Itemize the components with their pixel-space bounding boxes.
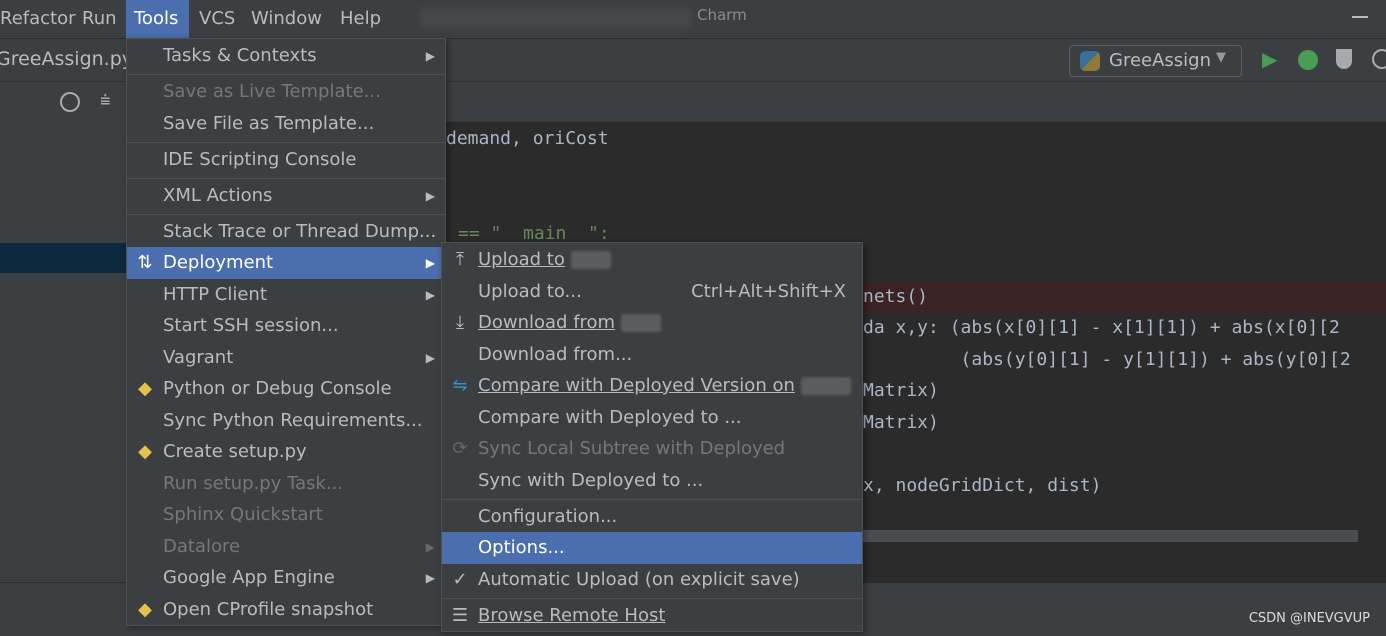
code-line: nets() <box>863 286 929 307</box>
chevron-down-icon: ▼ <box>1216 50 1226 65</box>
menu-item-sync-requirements[interactable]: Sync Python Requirements... <box>127 405 445 437</box>
menu-item-datalore[interactable]: Datalore ▶ <box>127 531 445 563</box>
menu-item-google-app-engine[interactable]: Google App Engine ▶ <box>127 562 445 594</box>
code-line: demand, oriCost <box>446 128 609 149</box>
collapse-icon[interactable]: ⩧ <box>100 90 111 111</box>
deployment-submenu: ⤒ Upload to Upload to... Ctrl+Alt+Shift+X … <box>441 242 863 632</box>
menu-item-sync-local-subtree[interactable]: ⟳ Sync Local Subtree with Deployed <box>442 433 862 465</box>
file-tab[interactable]: GreeAssign.py <box>0 48 133 70</box>
menu-item-sphinx[interactable]: Sphinx Quickstart <box>127 499 445 531</box>
python-icon <box>1080 51 1100 71</box>
run-config-label: GreeAssign <box>1109 50 1212 71</box>
deployment-icon: ⇅ <box>137 252 153 273</box>
python-icon: ◆ <box>138 441 152 462</box>
menu-item-ssh-session[interactable]: Start SSH session... <box>127 310 445 342</box>
submenu-arrow-icon: ▶ <box>425 288 435 302</box>
play-icon[interactable]: ▶ <box>1262 47 1277 71</box>
menu-item-ide-scripting[interactable]: IDE Scripting Console <box>127 144 445 176</box>
menu-item-deployment[interactable]: ⇅ Deployment ▶ <box>127 247 445 279</box>
python-icon: ◆ <box>138 599 152 620</box>
menu-item-options[interactable]: Options... <box>442 532 862 564</box>
menu-item-sync-deployed-to[interactable]: Sync with Deployed to ... <box>442 465 862 497</box>
run-config-selector[interactable]: GreeAssign ▼ <box>1069 45 1242 77</box>
menu-item-vagrant[interactable]: Vagrant ▶ <box>127 342 445 374</box>
python-icon: ◆ <box>138 378 152 399</box>
menu-vcs[interactable]: VCS <box>191 0 243 38</box>
menu-item-python-console[interactable]: ◆ Python or Debug Console <box>127 373 445 405</box>
menu-item-run-setup-task[interactable]: Run setup.py Task... <box>127 468 445 500</box>
menu-run[interactable]: Run <box>74 0 125 38</box>
profiler-icon[interactable] <box>1372 49 1386 69</box>
error-line-highlight <box>863 282 1386 312</box>
download-icon: ⤓ <box>456 312 464 333</box>
horizontal-scrollbar[interactable] <box>863 530 1358 542</box>
menu-item-create-setup[interactable]: ◆ Create setup.py <box>127 436 445 468</box>
menu-item-compare-deployed-to[interactable]: Compare with Deployed to ... <box>442 402 862 434</box>
code-line: Matrix) <box>863 380 939 401</box>
menu-item-upload-to[interactable]: Upload to... Ctrl+Alt+Shift+X <box>442 276 862 308</box>
check-icon: ✓ <box>452 569 468 590</box>
menu-item-xml-actions[interactable]: XML Actions ▶ <box>127 180 445 212</box>
menu-item-tasks-contexts[interactable]: Tasks & Contexts ▶ <box>127 40 445 72</box>
menu-bar: Refactor Run Tools VCS Window Help Charm <box>0 0 1386 38</box>
locate-icon[interactable] <box>60 92 80 112</box>
menu-item-browse-remote-host[interactable]: ☰ Browse Remote Host <box>442 600 862 632</box>
menu-help[interactable]: Help <box>332 0 389 38</box>
compare-icon: ⇋ <box>452 375 468 396</box>
menu-item-download-from[interactable]: Download from... <box>442 339 862 371</box>
window-title: Charm <box>697 6 747 24</box>
menu-item-http-client[interactable]: HTTP Client ▶ <box>127 279 445 311</box>
selected-tree-row[interactable] <box>0 243 126 273</box>
upload-icon: ⤒ <box>456 249 464 270</box>
menu-item-save-live-template[interactable]: Save as Live Template... <box>127 76 445 108</box>
tools-menu: Tasks & Contexts ▶ Save as Live Template.… <box>126 38 446 626</box>
server-icon: ☰ <box>451 605 469 626</box>
menu-item-download-from-default[interactable]: ⤓ Download from <box>442 307 862 339</box>
minimize-button[interactable] <box>1352 16 1368 18</box>
sync-icon: ⟳ <box>452 438 468 459</box>
submenu-arrow-icon: ▶ <box>425 351 435 365</box>
submenu-arrow-icon: ▶ <box>425 189 435 203</box>
menu-item-upload-to-default[interactable]: ⤒ Upload to <box>442 244 862 276</box>
menu-item-save-file-template[interactable]: Save File as Template... <box>127 108 445 140</box>
watermark: CSDN @INEVGVUP <box>1248 611 1370 626</box>
menu-item-configuration[interactable]: Configuration... <box>442 501 862 533</box>
code-line: (abs(y[0][1] - y[1][1]) + abs(y[0][2 <box>863 349 1351 370</box>
shield-run-icon[interactable] <box>1336 49 1352 69</box>
submenu-arrow-icon: ▶ <box>425 256 435 270</box>
editor-tabs <box>446 82 1386 122</box>
menu-item-stack-trace[interactable]: Stack Trace or Thread Dump... <box>127 216 445 248</box>
blurred-title <box>420 8 690 28</box>
menu-item-open-cprofile[interactable]: ◆ Open CProfile snapshot <box>127 594 445 626</box>
shortcut-label: Ctrl+Alt+Shift+X <box>691 281 846 302</box>
submenu-arrow-icon: ▶ <box>425 49 435 63</box>
menu-item-automatic-upload[interactable]: ✓ Automatic Upload (on explicit save) <box>442 564 862 596</box>
menu-refactor[interactable]: Refactor <box>0 0 84 38</box>
menu-tools[interactable]: Tools <box>126 0 189 38</box>
bug-icon[interactable] <box>1298 50 1318 70</box>
menu-item-compare-deployed-version[interactable]: ⇋ Compare with Deployed Version on <box>442 370 862 402</box>
code-line: x, nodeGridDict, dist) <box>863 475 1102 496</box>
submenu-arrow-icon: ▶ <box>425 571 435 585</box>
submenu-arrow-icon: ▶ <box>425 540 435 554</box>
menu-window[interactable]: Window <box>243 0 330 38</box>
code-line: Matrix) <box>863 412 939 433</box>
code-line: da x,y: (abs(x[0][1] - x[1][1]) + abs(x[… <box>863 317 1340 338</box>
